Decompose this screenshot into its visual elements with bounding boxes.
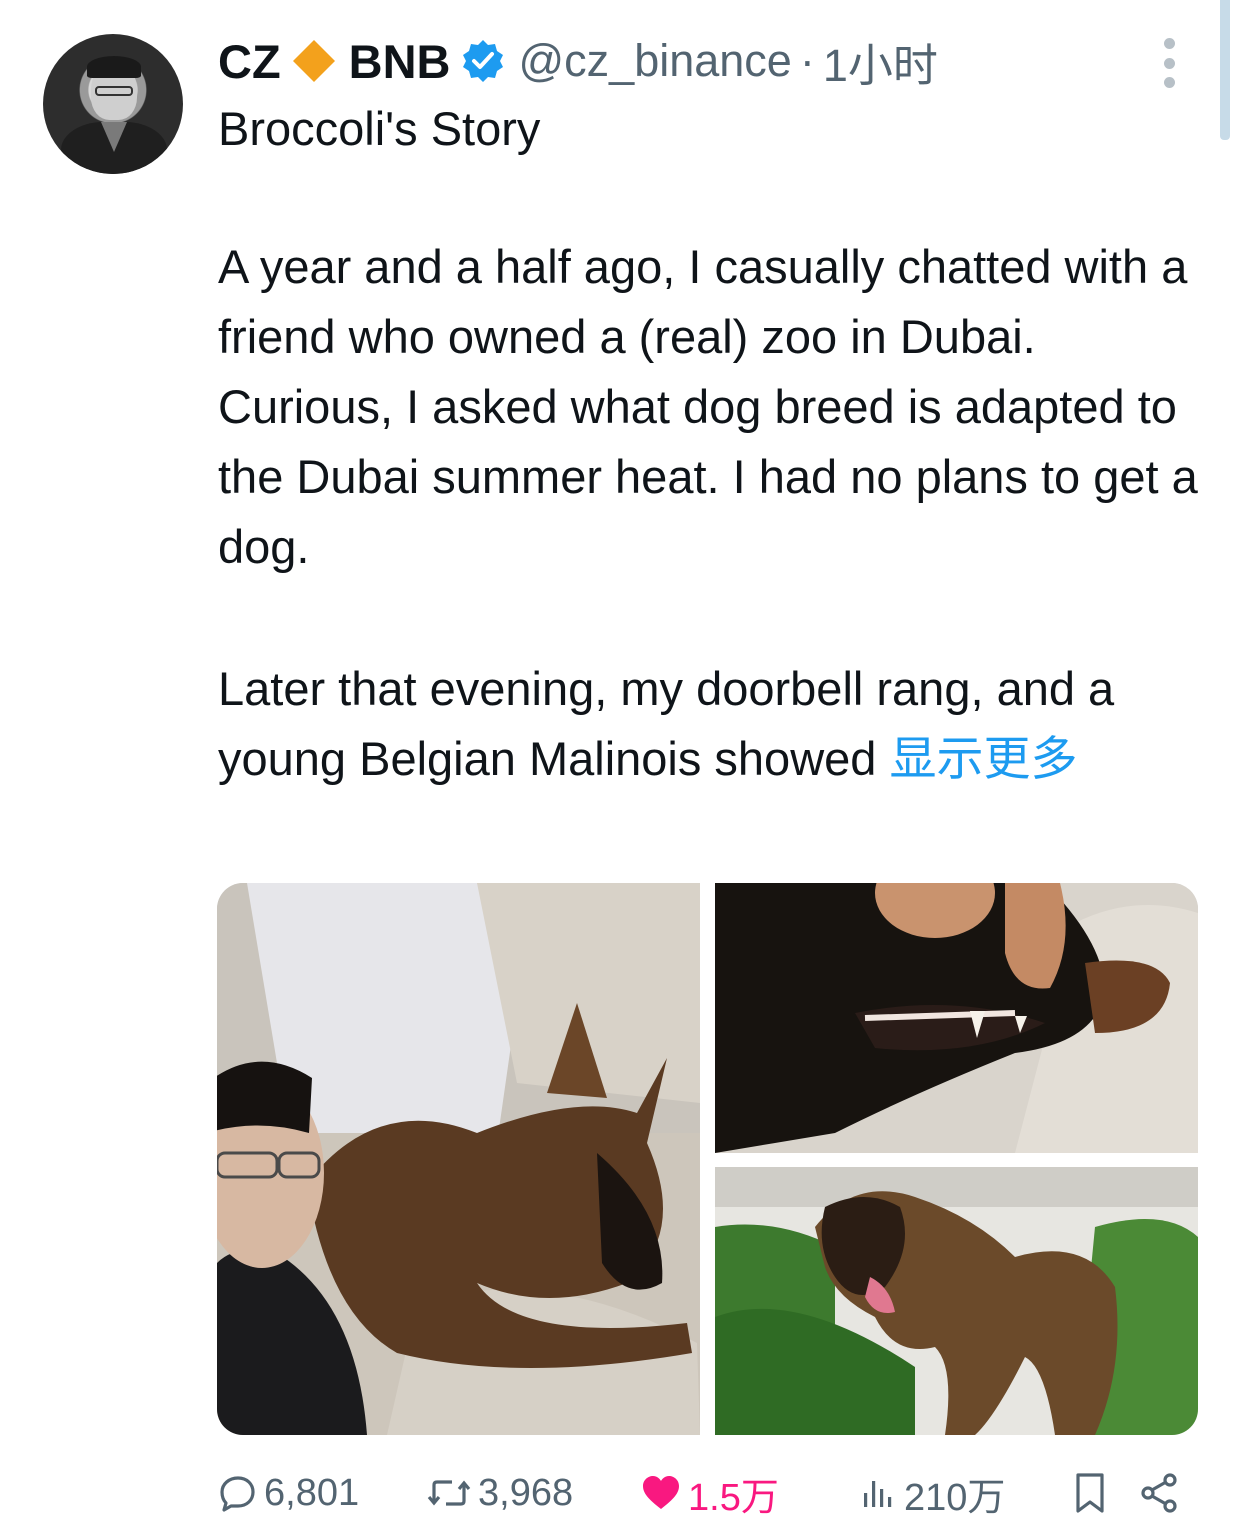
reply-button[interactable]: 6,801 xyxy=(218,1465,359,1521)
retweet-count: 3,968 xyxy=(478,1471,574,1514)
tweet-photo-1[interactable] xyxy=(217,883,700,1435)
tweet-photo-2[interactable] xyxy=(715,883,1198,1153)
author-name[interactable]: CZ xyxy=(218,34,281,89)
show-more-link[interactable]: 显示更多 xyxy=(889,732,1077,785)
views-chart-icon xyxy=(864,1481,892,1507)
retweet-button[interactable]: 3,968 xyxy=(426,1465,573,1521)
share-button[interactable] xyxy=(1138,1465,1188,1521)
separator-dot: · xyxy=(799,35,815,86)
tweet-photo-3[interactable] xyxy=(715,1167,1198,1435)
share-icon xyxy=(1141,1473,1177,1513)
tweet-header: CZ BNB @cz_binance · 1小时 xyxy=(218,30,938,92)
reply-count: 6,801 xyxy=(264,1471,360,1514)
tweet-paragraph-1: A year and a half ago, I casually chatte… xyxy=(218,240,1198,573)
author-name-suffix[interactable]: BNB xyxy=(349,34,451,89)
more-options-icon[interactable] xyxy=(1157,38,1181,88)
bookmark-button[interactable] xyxy=(1070,1465,1116,1521)
like-button[interactable]: 1.5万 xyxy=(640,1465,779,1521)
author-avatar[interactable] xyxy=(43,34,183,174)
tweet-actions: 6,801 3,968 1.5万 210万 xyxy=(218,1465,1183,1521)
views-button[interactable]: 210万 xyxy=(858,1465,1005,1521)
like-count: 1.5万 xyxy=(688,1476,779,1519)
retweet-icon xyxy=(427,1480,471,1506)
tweet-title: Broccoli's Story xyxy=(218,102,541,155)
author-handle[interactable]: @cz_binance xyxy=(518,35,791,87)
bookmark-icon xyxy=(1076,1473,1104,1513)
tweet-paragraph-2: Later that evening, my doorbell rang, an… xyxy=(218,654,1208,794)
tweet-time[interactable]: 1小时 xyxy=(823,29,938,94)
reply-icon xyxy=(220,1476,255,1512)
view-count: 210万 xyxy=(904,1476,1006,1519)
scrollbar[interactable] xyxy=(1220,0,1230,140)
verified-badge-icon xyxy=(460,38,506,84)
heart-icon xyxy=(643,1476,679,1509)
orange-diamond-icon xyxy=(291,38,337,84)
